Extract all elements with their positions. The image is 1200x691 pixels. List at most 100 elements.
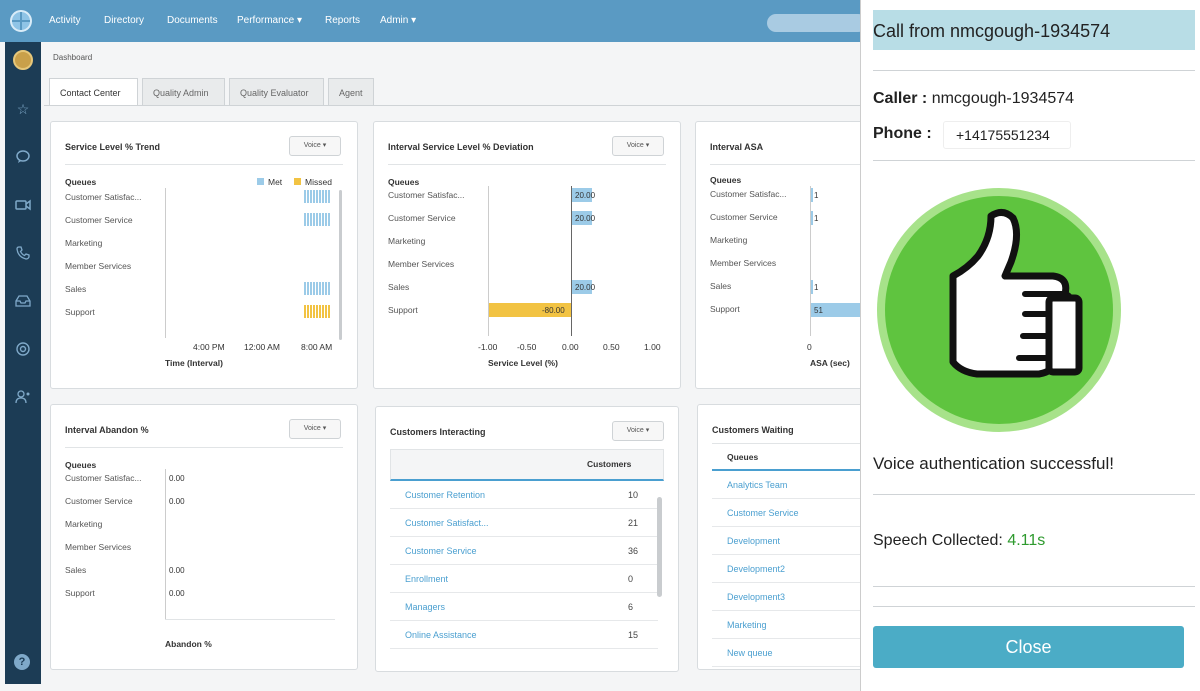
incoming-call-popup: Call from nmcgough-1934574 Caller : nmcg… xyxy=(860,0,1200,691)
queue-name[interactable]: Development3 xyxy=(727,592,785,602)
bar-value-label: 0.00 xyxy=(169,589,185,598)
nav-activity[interactable]: Activity xyxy=(49,15,81,26)
queue-name[interactable]: Development xyxy=(727,536,780,546)
table-row[interactable]: Online Assistance 15 xyxy=(390,621,658,649)
tab-quality-admin[interactable]: Quality Admin xyxy=(142,78,225,106)
x-axis xyxy=(165,619,335,620)
chat-icon[interactable] xyxy=(14,148,32,166)
table-row[interactable]: Development2 xyxy=(712,555,872,583)
voice-dropdown[interactable]: Voice ▾ xyxy=(289,136,341,156)
queue-name[interactable]: Online Assistance xyxy=(405,630,477,640)
queue-label: Support xyxy=(65,588,95,598)
panel-title: Interval Service Level % Deviation xyxy=(388,142,534,152)
tab-contact-center[interactable]: Contact Center xyxy=(49,78,138,106)
caller-label: Caller : xyxy=(873,90,928,107)
queue-name[interactable]: Customer Satisfact... xyxy=(405,518,489,528)
queue-name[interactable]: Customer Retention xyxy=(405,490,485,500)
nav-documents[interactable]: Documents xyxy=(167,15,218,26)
table-row[interactable]: Marketing xyxy=(712,611,872,639)
voice-dropdown[interactable]: Voice ▾ xyxy=(612,421,664,441)
x-axis-label: Abandon % xyxy=(165,639,212,649)
customers-column-header[interactable]: Customers xyxy=(587,459,631,469)
table-row[interactable]: Managers 6 xyxy=(390,593,658,621)
inbox-icon[interactable] xyxy=(14,292,32,310)
queues-column-header[interactable]: Queues xyxy=(727,452,758,462)
met-bar xyxy=(304,213,330,226)
y-axis xyxy=(165,469,166,619)
help-icon[interactable]: ? xyxy=(14,654,30,670)
star-icon[interactable]: ☆ xyxy=(14,100,32,118)
table-row[interactable]: Customer Service xyxy=(712,499,872,527)
voice-dropdown[interactable]: Voice ▾ xyxy=(612,136,664,156)
table-row[interactable]: Enrollment 0 xyxy=(390,565,658,593)
bar-value-label: 1 xyxy=(814,214,819,223)
queue-name[interactable]: Customer Service xyxy=(405,546,477,556)
customers-interacting-panel: Customers Interacting Voice ▾ Customers … xyxy=(375,406,679,672)
app-logo-icon[interactable] xyxy=(10,10,32,32)
queue-label: Sales xyxy=(388,282,410,292)
video-icon[interactable] xyxy=(14,196,32,214)
queue-label: Member Services xyxy=(65,542,132,552)
status-message: Voice authentication successful! xyxy=(873,454,1114,473)
panel-title: Customers Interacting xyxy=(390,427,486,437)
speech-value: 4.11s xyxy=(1007,532,1046,549)
queue-label: Customer Satisfac... xyxy=(388,190,465,200)
search-input[interactable] xyxy=(767,14,867,32)
popup-title: Call from nmcgough-1934574 xyxy=(873,10,1195,50)
nav-admin[interactable]: Admin ▾ xyxy=(380,15,416,26)
queue-label: Support xyxy=(710,304,740,314)
queue-label: Marketing xyxy=(65,238,103,248)
table-row[interactable]: Customer Service 36 xyxy=(390,537,658,565)
queue-label: Sales xyxy=(65,284,87,294)
queue-label: Customer Satisfac... xyxy=(65,473,142,483)
close-button[interactable]: Close xyxy=(873,626,1184,668)
divider xyxy=(873,494,1195,495)
queue-name[interactable]: Analytics Team xyxy=(727,480,787,490)
table-row[interactable]: Customer Retention 10 xyxy=(390,481,658,509)
nav-reports[interactable]: Reports xyxy=(325,15,360,26)
queue-name[interactable]: New queue xyxy=(727,648,773,658)
x-tick-label: 0.50 xyxy=(603,342,620,352)
interval-abandon-panel: Interval Abandon % Voice ▾ Queues Custom… xyxy=(50,404,358,670)
asa-bar xyxy=(811,211,813,225)
table-row[interactable]: New queue xyxy=(712,639,872,667)
user-settings-icon[interactable] xyxy=(14,388,32,406)
panel-title: Interval ASA xyxy=(710,142,764,152)
tab-agent[interactable]: Agent xyxy=(328,78,374,106)
bar-value-label: 20.00 xyxy=(575,214,596,223)
table-row[interactable]: Development xyxy=(712,527,872,555)
queue-name[interactable]: Enrollment xyxy=(405,574,448,584)
queue-label: Marketing xyxy=(388,236,426,246)
interval-asa-panel: Interval ASA Queues Customer Satisfac...… xyxy=(695,121,875,389)
breadcrumb[interactable]: Dashboard xyxy=(53,53,92,62)
nav-performance[interactable]: Performance ▾ xyxy=(237,15,302,26)
customers-waiting-panel: Customers Waiting Queues Analytics Team … xyxy=(697,404,877,670)
divider xyxy=(873,606,1195,607)
queue-label: Customer Service xyxy=(65,496,133,506)
x-tick-label: -1.00 xyxy=(478,342,498,352)
nav-directory[interactable]: Directory xyxy=(104,15,144,26)
tab-divider xyxy=(44,105,860,106)
phone-icon[interactable] xyxy=(14,244,32,262)
table-row[interactable]: Development3 xyxy=(712,583,872,611)
table-row[interactable]: Customer Satisfact... 21 xyxy=(390,509,658,537)
phone-label: Phone : xyxy=(873,125,932,142)
scrollbar[interactable] xyxy=(339,190,342,340)
divider xyxy=(388,164,666,165)
customer-count: 10 xyxy=(628,490,639,500)
tab-quality-evaluator[interactable]: Quality Evaluator xyxy=(229,78,324,106)
table-row[interactable]: Analytics Team xyxy=(712,471,872,499)
bar-value-label: 0.00 xyxy=(169,474,185,483)
asa-bar xyxy=(811,280,813,294)
table-scrollbar[interactable] xyxy=(657,497,662,597)
globe-icon[interactable] xyxy=(14,340,32,358)
queue-name[interactable]: Development2 xyxy=(727,564,785,574)
queue-name[interactable]: Managers xyxy=(405,602,445,612)
avatar[interactable] xyxy=(13,50,33,70)
queue-name[interactable]: Marketing xyxy=(727,620,767,630)
customer-count: 6 xyxy=(628,602,634,612)
voice-dropdown[interactable]: Voice ▾ xyxy=(289,419,341,439)
divider xyxy=(873,160,1195,161)
queue-name[interactable]: Customer Service xyxy=(727,508,799,518)
bar-value-label: -80.00 xyxy=(542,306,565,315)
